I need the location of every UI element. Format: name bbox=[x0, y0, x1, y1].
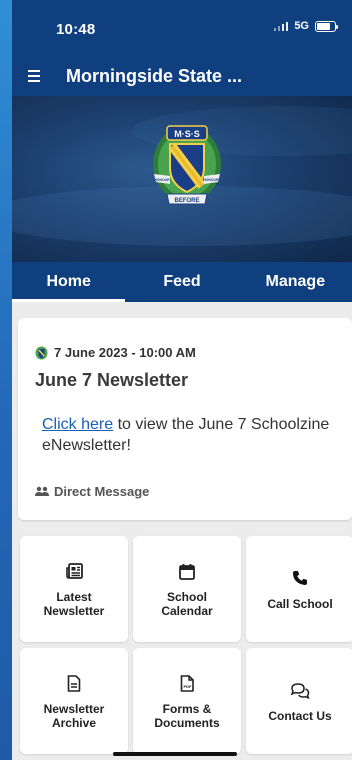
latest-newsletter-tile[interactable]: Latest Newsletter bbox=[20, 536, 128, 642]
tab-manage[interactable]: Manage bbox=[239, 262, 352, 302]
app-title: Morningside State ... bbox=[66, 65, 243, 86]
tab-manage-label: Manage bbox=[265, 273, 326, 290]
users-icon bbox=[35, 486, 49, 496]
tab-home-label: Home bbox=[46, 273, 91, 290]
school-calendar-label: School Calendar bbox=[161, 590, 213, 618]
direct-message[interactable]: Direct Message bbox=[35, 484, 149, 499]
network-label: 5G bbox=[294, 20, 309, 32]
forms-documents-tile[interactable]: PDF Forms & Documents bbox=[133, 648, 241, 754]
svg-text:PDF: PDF bbox=[183, 684, 192, 689]
tab-bar: Home Feed Manage bbox=[12, 262, 352, 302]
tab-feed[interactable]: Feed bbox=[125, 262, 238, 302]
phone-icon bbox=[289, 567, 311, 589]
post-meta: 7 June 2023 - 10:00 AM bbox=[35, 345, 196, 360]
status-bar: 10:48 5G bbox=[12, 0, 352, 56]
contact-us-label: Contact Us bbox=[268, 709, 332, 723]
post-date: 7 June 2023 - 10:00 AM bbox=[54, 345, 196, 360]
contact-us-tile[interactable]: Contact Us bbox=[246, 648, 352, 754]
newsletter-post-card[interactable]: 7 June 2023 - 10:00 AM June 7 Newsletter… bbox=[18, 318, 352, 520]
app-screen: 10:48 5G Morningside State ... M·S·S HON… bbox=[12, 0, 352, 760]
document-icon bbox=[63, 672, 85, 694]
home-indicator[interactable] bbox=[113, 752, 237, 756]
tab-feed-label: Feed bbox=[163, 273, 201, 290]
pdf-icon: PDF bbox=[176, 672, 198, 694]
school-banner: M·S·S HONOUR HONOURS BEFORE bbox=[12, 96, 352, 262]
battery-icon bbox=[315, 20, 338, 32]
chat-icon bbox=[289, 679, 311, 701]
newsletter-archive-tile[interactable]: Newsletter Archive bbox=[20, 648, 128, 754]
svg-text:BEFORE: BEFORE bbox=[174, 198, 199, 204]
tab-home[interactable]: Home bbox=[12, 262, 126, 302]
call-school-tile[interactable]: Call School bbox=[246, 536, 352, 642]
post-body: Click here to view the June 7 Schoolzine… bbox=[42, 414, 332, 456]
latest-newsletter-label: Latest Newsletter bbox=[43, 590, 105, 618]
school-crest-logo: M·S·S HONOUR HONOURS BEFORE bbox=[153, 125, 221, 205]
click-here-link[interactable]: Click here bbox=[42, 416, 113, 433]
hamburger-menu-icon[interactable] bbox=[12, 56, 56, 96]
post-headline: June 7 Newsletter bbox=[35, 370, 189, 390]
status-time: 10:48 bbox=[56, 21, 96, 38]
signal-icon bbox=[274, 21, 289, 31]
svg-text:HONOURS: HONOURS bbox=[203, 178, 221, 182]
status-indicators: 5G bbox=[274, 20, 338, 32]
school-calendar-tile[interactable]: School Calendar bbox=[133, 536, 241, 642]
forms-documents-label: Forms & Documents bbox=[154, 702, 220, 730]
calendar-icon bbox=[176, 560, 198, 582]
call-school-label: Call School bbox=[267, 597, 333, 611]
direct-message-label: Direct Message bbox=[54, 484, 150, 499]
svg-text:M·S·S: M·S·S bbox=[174, 129, 200, 139]
app-bar: Morningside State ... bbox=[12, 56, 352, 96]
svg-text:HONOUR: HONOUR bbox=[154, 178, 170, 182]
newspaper-icon bbox=[63, 560, 85, 582]
school-crest-icon bbox=[35, 346, 48, 359]
newsletter-archive-label: Newsletter Archive bbox=[43, 702, 105, 730]
